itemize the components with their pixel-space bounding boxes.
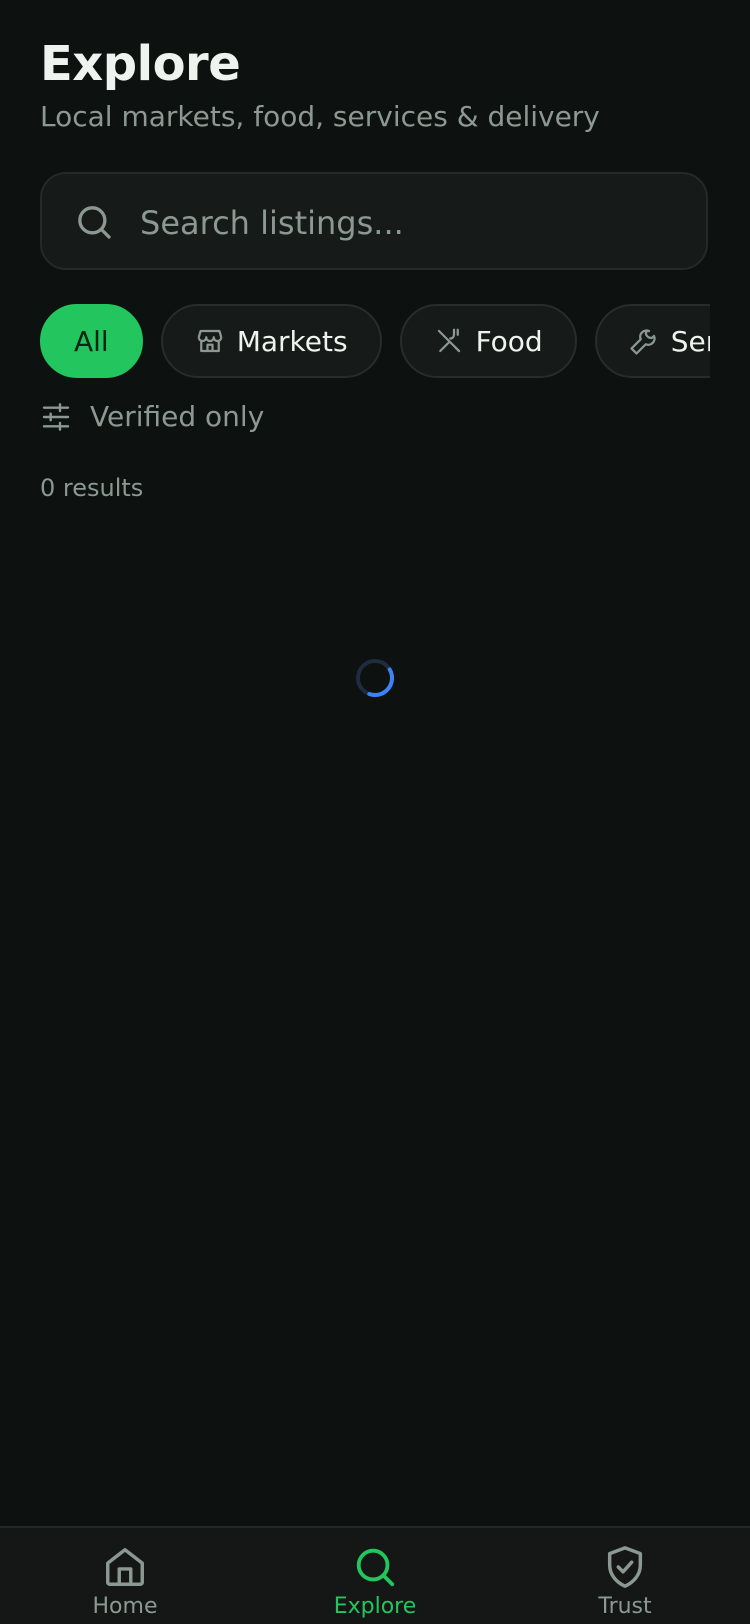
category-chips: All Markets Food Se bbox=[40, 304, 710, 378]
loading-spinner bbox=[356, 659, 395, 698]
utensils-off-icon bbox=[434, 326, 464, 356]
verified-only-label: Verified only bbox=[90, 400, 265, 433]
tab-explore-label: Explore bbox=[333, 1594, 417, 1619]
page-subtitle: Local markets, food, services & delivery bbox=[40, 100, 600, 133]
wrench-icon bbox=[629, 326, 659, 356]
chip-label: Services bbox=[670, 324, 710, 358]
chip-label: Food bbox=[475, 324, 543, 358]
chip-food[interactable]: Food bbox=[399, 304, 577, 378]
search-icon bbox=[78, 206, 111, 239]
explore-screen: Explore Local markets, food, services & … bbox=[0, 0, 750, 1624]
sliders-icon bbox=[42, 402, 70, 431]
chip-label: Markets bbox=[236, 324, 348, 358]
shield-check-icon bbox=[607, 1546, 643, 1588]
home-icon bbox=[106, 1548, 144, 1586]
verified-only-filter[interactable]: Verified only bbox=[40, 400, 264, 433]
tab-trust-label: Trust bbox=[598, 1594, 652, 1619]
tab-trust[interactable]: Trust bbox=[500, 1528, 750, 1624]
tab-explore[interactable]: Explore bbox=[250, 1528, 500, 1624]
chip-all[interactable]: All bbox=[40, 304, 143, 378]
store-icon bbox=[195, 326, 225, 356]
chip-markets[interactable]: Markets bbox=[160, 304, 382, 378]
search-bar[interactable] bbox=[40, 172, 708, 270]
bottom-tab-bar: Home Explore Trust bbox=[0, 1526, 750, 1624]
search-icon bbox=[356, 1548, 395, 1587]
chip-services[interactable]: Services bbox=[594, 304, 710, 378]
tab-home[interactable]: Home bbox=[0, 1528, 250, 1624]
chip-label: All bbox=[74, 324, 109, 358]
tab-home-label: Home bbox=[92, 1594, 158, 1619]
results-count: 0 results bbox=[40, 474, 144, 502]
search-input[interactable] bbox=[138, 192, 682, 254]
page-title: Explore bbox=[40, 36, 241, 92]
